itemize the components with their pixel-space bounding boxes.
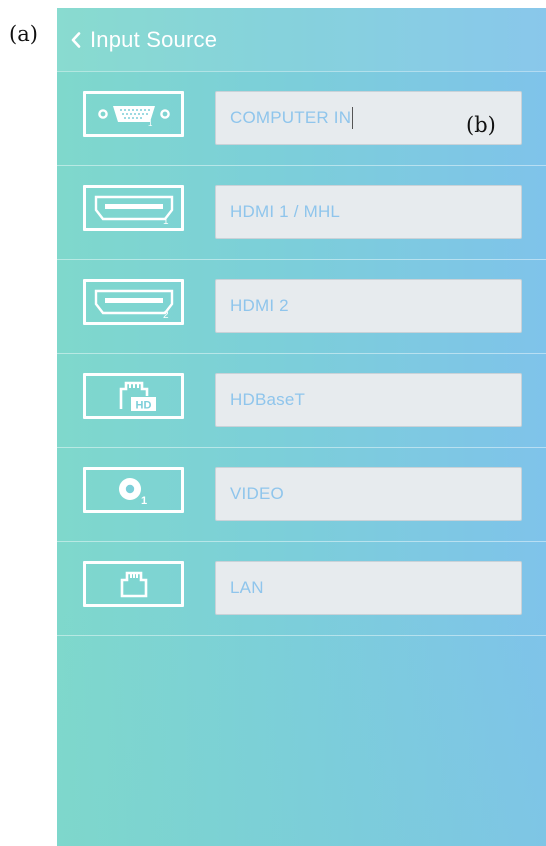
source-row-hdbaset: HD HDBaseT bbox=[57, 354, 546, 448]
source-label: HDMI 1 / MHL bbox=[230, 202, 341, 221]
source-row-video: 1 VIDEO bbox=[57, 448, 546, 542]
chevron-left-icon bbox=[71, 31, 81, 48]
source-row-lan: LAN bbox=[57, 542, 546, 636]
lan-port-icon[interactable] bbox=[83, 561, 184, 607]
svg-text:HD: HD bbox=[135, 400, 151, 412]
source-label: COMPUTER IN bbox=[230, 108, 352, 127]
source-row-hdmi-1: 1 HDMI 1 / MHL bbox=[57, 166, 546, 260]
svg-text:1: 1 bbox=[141, 495, 147, 507]
vga-port-icon[interactable]: 1 bbox=[83, 91, 184, 137]
source-label: HDMI 2 bbox=[230, 296, 289, 315]
source-field-lan[interactable]: LAN bbox=[215, 561, 522, 615]
hdmi-port-icon[interactable]: 2 bbox=[83, 279, 184, 325]
svg-text:2: 2 bbox=[163, 310, 169, 319]
source-label: VIDEO bbox=[230, 484, 284, 503]
source-list: 1 COMPUTER IN 1 HDMI 1 / MHL 2 HDMI 2 HD… bbox=[57, 72, 546, 636]
source-field-hdbaset[interactable]: HDBaseT bbox=[215, 373, 522, 427]
annotation-b: (b) bbox=[466, 113, 496, 137]
source-row-hdmi-2: 2 HDMI 2 bbox=[57, 260, 546, 354]
source-label: LAN bbox=[230, 578, 264, 597]
page-title: Input Source bbox=[90, 26, 218, 52]
source-field-hdmi-2[interactable]: HDMI 2 bbox=[215, 279, 522, 333]
svg-text:1: 1 bbox=[163, 216, 169, 225]
text-cursor bbox=[352, 107, 354, 129]
annotation-a: (a) bbox=[9, 22, 38, 46]
header-bar: Input Source bbox=[57, 8, 546, 72]
back-button[interactable]: Input Source bbox=[57, 8, 227, 71]
hdmi-port-icon[interactable]: 1 bbox=[83, 185, 184, 231]
source-field-video[interactable]: VIDEO bbox=[215, 467, 522, 521]
hdbaset-port-icon[interactable]: HD bbox=[83, 373, 184, 419]
source-field-hdmi-1[interactable]: HDMI 1 / MHL bbox=[215, 185, 522, 239]
video-port-icon[interactable]: 1 bbox=[83, 467, 184, 513]
svg-text:1: 1 bbox=[148, 119, 153, 127]
source-label: HDBaseT bbox=[230, 390, 306, 409]
